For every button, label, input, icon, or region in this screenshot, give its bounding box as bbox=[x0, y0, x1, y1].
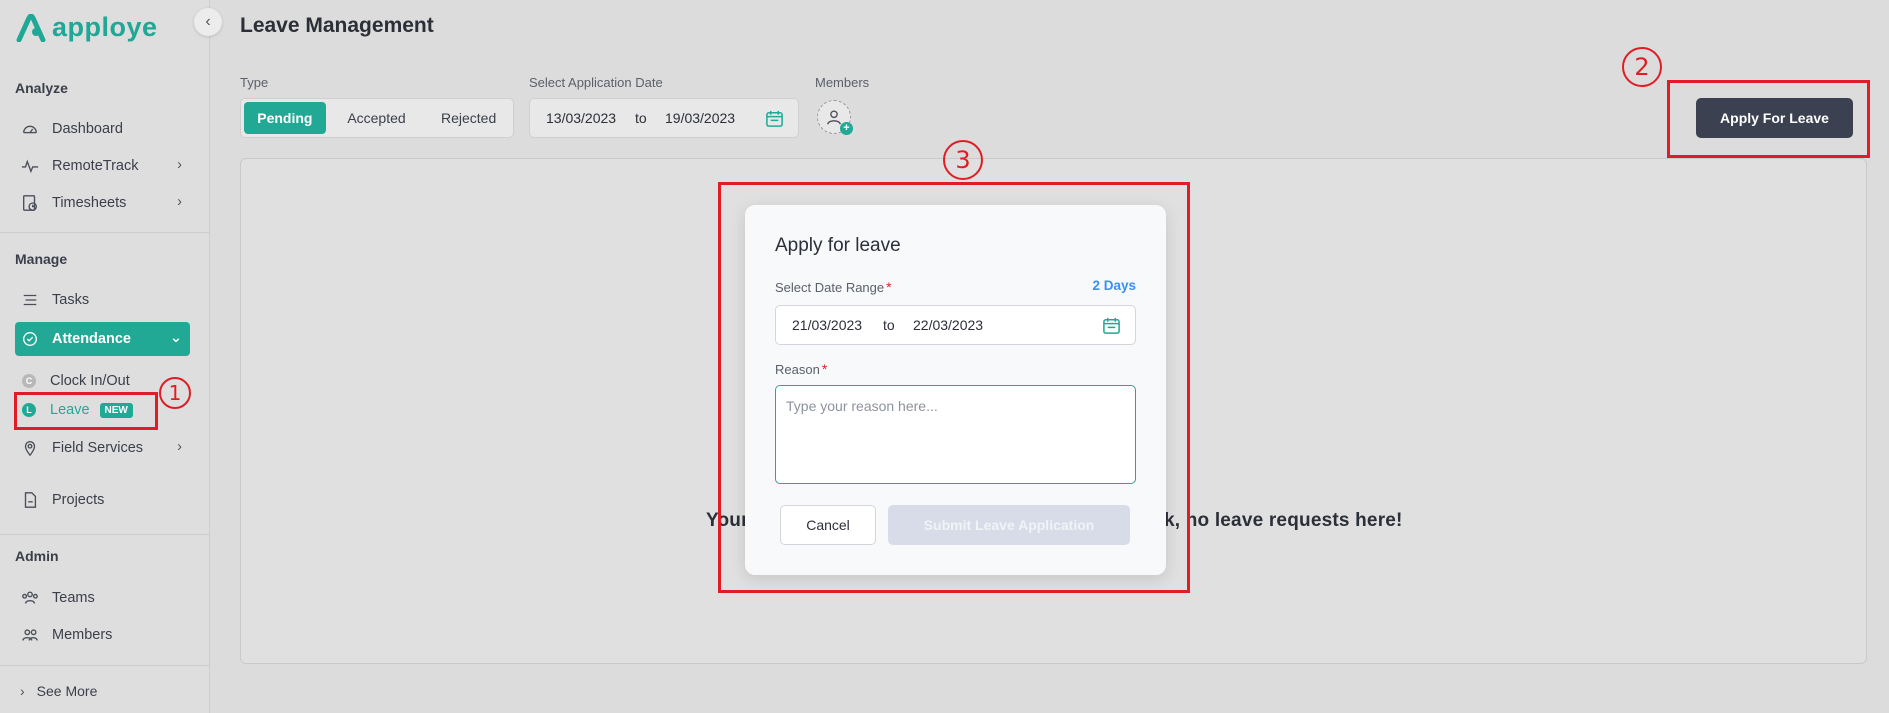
date-to-value: 19/03/2023 bbox=[665, 110, 736, 126]
section-manage: Manage bbox=[15, 251, 68, 267]
members-icon bbox=[20, 625, 40, 645]
apply-leave-modal: Apply for leave Select Date Range * 2 Day… bbox=[745, 205, 1166, 575]
teams-icon bbox=[20, 588, 40, 608]
tasks-list-icon bbox=[20, 290, 40, 310]
leave-dot-icon: L bbox=[22, 403, 36, 417]
members-filter-label: Members bbox=[815, 75, 870, 90]
reason-label-text: Reason bbox=[775, 362, 820, 377]
sidebar-item-label: Timesheets bbox=[52, 195, 127, 211]
sidebar-item-attendance[interactable]: Attendance ⌄ bbox=[15, 322, 190, 356]
sidebar-divider bbox=[0, 534, 209, 535]
date-range-label-text: Select Date Range bbox=[775, 280, 885, 295]
empty-state-message-start: Your bbox=[706, 510, 749, 531]
sidebar-subitem-label: Clock In/Out bbox=[50, 373, 130, 389]
attendance-clock-icon bbox=[20, 329, 40, 349]
type-pending-button[interactable]: Pending bbox=[244, 102, 326, 134]
add-member-filter-button[interactable]: + bbox=[817, 100, 853, 135]
page-title: Leave Management bbox=[240, 14, 434, 37]
leave-date-range-picker[interactable]: 21/03/2023 to 22/03/2023 bbox=[775, 305, 1136, 345]
chevron-right-icon: › bbox=[177, 439, 182, 455]
sidebar-divider bbox=[0, 665, 209, 666]
sidebar-item-members[interactable]: Members bbox=[15, 620, 190, 650]
brand-logo[interactable]: apploye bbox=[16, 12, 158, 43]
section-analyze: Analyze bbox=[15, 80, 68, 96]
plus-icon: + bbox=[840, 122, 853, 135]
reason-textarea[interactable] bbox=[775, 385, 1136, 484]
calendar-icon bbox=[1102, 316, 1121, 338]
leave-date-separator: to bbox=[883, 317, 895, 333]
chevron-right-icon: › bbox=[177, 157, 182, 173]
sidebar-item-label: Attendance bbox=[52, 331, 131, 347]
sidebar-item-label: Tasks bbox=[52, 292, 90, 308]
brand-name: apploye bbox=[52, 12, 158, 42]
cancel-button[interactable]: Cancel bbox=[780, 505, 876, 545]
sidebar-subitem-label: Leave bbox=[50, 402, 90, 418]
sidebar-item-label: Members bbox=[52, 627, 113, 643]
sidebar-item-label: RemoteTrack bbox=[52, 158, 139, 174]
type-rejected-button[interactable]: Rejected bbox=[427, 102, 510, 134]
see-more-label: See More bbox=[36, 683, 98, 699]
annotation-number-1: 1 bbox=[159, 377, 191, 409]
leave-date-to: 22/03/2023 bbox=[913, 317, 984, 333]
dashboard-gauge-icon bbox=[20, 119, 40, 139]
sidebar-item-label: Teams bbox=[52, 590, 95, 606]
annotation-number-2: 2 bbox=[1622, 47, 1662, 87]
sidebar-item-dashboard[interactable]: Dashboard bbox=[15, 114, 190, 144]
sidebar: apploye Analyze Dashboard RemoteTrack › … bbox=[0, 0, 210, 713]
section-admin: Admin bbox=[15, 548, 59, 564]
application-date-range-picker[interactable]: 13/03/2023 to 19/03/2023 bbox=[529, 98, 799, 138]
required-asterisk: * bbox=[886, 279, 892, 295]
activity-pulse-icon bbox=[20, 156, 40, 176]
required-asterisk: * bbox=[821, 361, 828, 377]
sidebar-item-label: Field Services bbox=[52, 440, 144, 456]
sidebar-item-projects[interactable]: Projects bbox=[15, 485, 190, 515]
annotation-number-3: 3 bbox=[943, 140, 983, 180]
date-range-label: Select Date Range * bbox=[775, 279, 892, 295]
empty-state-message-end: k, no leave requests here! bbox=[1164, 510, 1403, 531]
sidebar-divider bbox=[0, 232, 209, 233]
leave-date-from: 21/03/2023 bbox=[792, 317, 863, 333]
type-segmented-control: Pending Accepted Rejected bbox=[240, 98, 514, 138]
type-accepted-button[interactable]: Accepted bbox=[330, 102, 424, 134]
reason-label: Reason * bbox=[775, 361, 827, 377]
timesheet-icon bbox=[20, 193, 40, 213]
sidebar-see-more[interactable]: › See More bbox=[15, 676, 190, 706]
chevron-right-icon: › bbox=[177, 194, 182, 210]
date-from-value: 13/03/2023 bbox=[546, 110, 617, 126]
chevron-left-icon: ‹ bbox=[205, 13, 211, 30]
sidebar-item-remotetrack[interactable]: RemoteTrack › bbox=[15, 151, 190, 181]
chevron-right-icon: › bbox=[20, 683, 25, 699]
sidebar-item-field-services[interactable]: Field Services › bbox=[15, 433, 190, 463]
date-filter-label: Select Application Date bbox=[529, 75, 663, 90]
collapse-sidebar-button[interactable]: ‹ bbox=[194, 8, 222, 36]
sidebar-item-timesheets[interactable]: Timesheets › bbox=[15, 188, 190, 218]
sidebar-subitem-leave[interactable]: L Leave NEW bbox=[22, 402, 133, 418]
chevron-down-icon: ⌄ bbox=[169, 330, 182, 346]
leave-days-count: 2 Days bbox=[1092, 278, 1136, 293]
type-filter-label: Type bbox=[240, 75, 269, 90]
calendar-icon bbox=[765, 109, 784, 131]
clock-dot-icon: C bbox=[22, 374, 36, 388]
project-file-icon bbox=[20, 490, 40, 510]
sidebar-item-teams[interactable]: Teams bbox=[15, 583, 190, 613]
new-badge: NEW bbox=[99, 402, 133, 418]
date-separator: to bbox=[635, 110, 647, 126]
apply-for-leave-button[interactable]: Apply For Leave bbox=[1696, 98, 1853, 138]
location-pin-icon bbox=[20, 438, 40, 458]
sidebar-item-tasks[interactable]: Tasks bbox=[15, 285, 190, 315]
modal-title: Apply for leave bbox=[775, 235, 901, 256]
submit-leave-application-button[interactable]: Submit Leave Application bbox=[888, 505, 1130, 545]
apploye-logo-icon bbox=[16, 13, 46, 42]
sidebar-item-label: Dashboard bbox=[52, 121, 123, 137]
sidebar-subitem-clock-in-out[interactable]: C Clock In/Out bbox=[22, 373, 130, 389]
user-icon bbox=[827, 110, 841, 125]
sidebar-item-label: Projects bbox=[52, 492, 105, 508]
